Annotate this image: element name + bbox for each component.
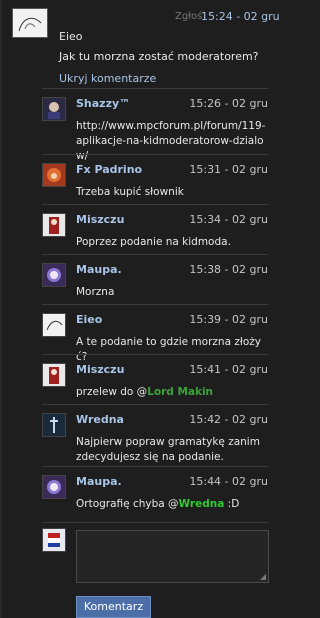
user-mention[interactable]: Lord Makin [147,386,213,398]
submit-comment-button[interactable]: Komentarz [76,596,151,618]
anime-avatar-icon [48,102,60,119]
comment-time: 15:38 - 02 gru [189,263,268,276]
post-text: Jak tu morzna zostać moderatorem? [59,50,259,63]
comment-item: Wredna 15:42 - 02 gru Najpierw popraw gr… [42,404,268,467]
post-author[interactable]: Eieo [59,30,83,43]
comment-author[interactable]: Wredna [76,413,124,426]
flag-avatar-icon [48,533,60,547]
avatar[interactable] [42,475,66,499]
user-mention[interactable]: Wredna [179,498,225,510]
avatar[interactable] [42,263,66,287]
comment-text: przelew do @Lord Makin [76,385,268,400]
comment-text: Ortografię chyba @Wredna :D [76,497,268,512]
comment-author[interactable]: Shazzy™ [76,97,130,110]
character-avatar-icon [49,217,59,234]
comment-item: Miszczu 15:41 - 02 gru przelew do @Lord … [42,354,268,405]
comment-time: 15:41 - 02 gru [189,363,268,376]
comment-text-part: Ortografię chyba @ [76,498,179,510]
comment-item: Shazzy™ 15:26 - 02 gru http://www.mpcfor… [42,88,268,162]
sword-avatar-icon [50,417,58,433]
sketch-avatar-icon [46,320,63,331]
comment-item: Fx Padrino 15:31 - 02 gru Trzeba kupić s… [42,154,268,205]
comment-author[interactable]: Maupa. [76,263,122,276]
comment-item: Miszczu 15:34 - 02 gru Poprzez podanie n… [42,204,268,255]
comment-author[interactable]: Fx Padrino [76,163,142,176]
comment-author[interactable]: Eieo [76,313,102,326]
divider [42,522,268,523]
avatar[interactable] [42,97,66,121]
comment-item: Eieo 15:39 - 02 gru A te podanie to gdzi… [42,304,268,363]
comment-time: 15:44 - 02 gru [189,475,268,488]
comment-item: Maupa. 15:44 - 02 gru Ortografię chyba @… [42,466,268,523]
comment-item: Maupa. 15:38 - 02 gru Morzna [42,254,268,305]
hide-comments-link[interactable]: Ukryj komentarze [59,72,156,85]
report-link[interactable]: Zgłoś [175,11,202,22]
comment-time: 15:26 - 02 gru [189,97,268,110]
comment-time: 15:39 - 02 gru [189,313,268,326]
comment-time: 15:42 - 02 gru [189,413,268,426]
comment-text: Poprzez podanie na kidmoda. [76,236,231,248]
comment-text-part: :D [224,498,240,510]
sketch-avatar-icon [18,17,42,32]
character-avatar-icon [49,367,59,384]
comment-text: Najpierw popraw gramatykę zanim zdecyduj… [76,436,260,463]
avatar[interactable] [42,313,66,337]
comment-time: 15:34 - 02 gru [189,213,268,226]
anime-avatar-icon [47,268,61,282]
avatar[interactable] [42,413,66,437]
anime-avatar-icon [47,480,61,494]
comment-time: 15:31 - 02 gru [189,163,268,176]
comment-text: Trzeba kupić słownik [76,186,184,198]
comment-author[interactable]: Maupa. [76,475,122,488]
avatar[interactable] [42,363,66,387]
post-time: 15:24 - 02 gru [201,10,280,23]
avatar[interactable] [12,8,48,38]
avatar [42,528,66,552]
comment-text-part: przelew do @ [76,386,148,398]
comments-panel: Zgłoś 15:24 - 02 gru Eieo Jak tu morzna … [0,0,308,618]
avatar[interactable] [42,163,66,187]
comment-input[interactable]: ◢ [76,530,269,583]
fox-avatar-icon [47,168,61,182]
comment-author[interactable]: Miszczu [76,363,124,376]
comment-text: Morzna [76,286,115,298]
comment-author[interactable]: Miszczu [76,213,124,226]
resize-handle-icon[interactable]: ◢ [260,572,266,581]
avatar[interactable] [42,213,66,237]
